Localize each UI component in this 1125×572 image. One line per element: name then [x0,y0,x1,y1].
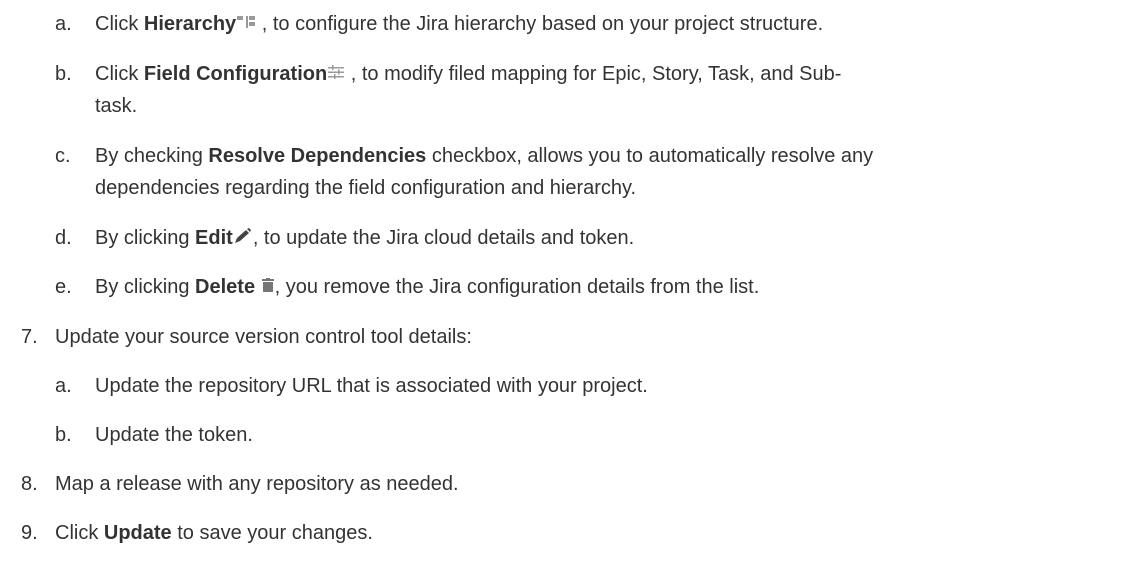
field-configuration-label: Field Configuration [143,63,328,85]
step-text: Click Hierarchy , to configure the Jira … [95,13,824,35]
update-label: Update [103,522,172,544]
step-marker: d. [55,227,72,249]
pencil-icon [234,227,252,244]
hierarchy-icon [237,15,256,29]
hierarchy-label: Hierarchy [143,13,237,35]
step-marker: e. [55,276,72,298]
edit-label: Edit [195,227,233,249]
step-text: Click Field Configuration , to modify fi… [95,63,842,85]
trash-icon [261,277,274,292]
instruction-document: a. Click Hierarchy , to configure the Ji… [0,0,1125,572]
step-text-continued: task. [95,95,138,117]
step-text: By clicking Delete , you remove the Jira… [95,276,760,298]
step-marker: 8. [21,473,38,495]
step-text: By checking Resolve Dependencies checkbo… [95,145,874,167]
step-marker: b. [55,63,72,85]
step-marker: a. [55,13,72,35]
step-text: Click Update to save your changes. [55,522,373,544]
step-marker: c. [55,145,71,167]
resolve-dependencies-label: Resolve Dependencies [208,145,427,167]
step-text: By clicking Edit, to update the Jira clo… [95,227,635,249]
step-text-continued: dependencies regarding the field configu… [95,177,637,199]
step-marker: a. [55,375,72,397]
field-configuration-icon [328,64,345,79]
step-text: Map a release with any repository as nee… [55,473,459,495]
step-text: Update the token. [95,424,253,446]
step-marker: 9. [21,522,38,544]
step-marker: b. [55,424,72,446]
step-marker: 7. [21,326,38,348]
delete-label: Delete [195,276,256,298]
step-text: Update your source version control tool … [55,326,472,348]
step-text: Update the repository URL that is associ… [95,375,648,397]
